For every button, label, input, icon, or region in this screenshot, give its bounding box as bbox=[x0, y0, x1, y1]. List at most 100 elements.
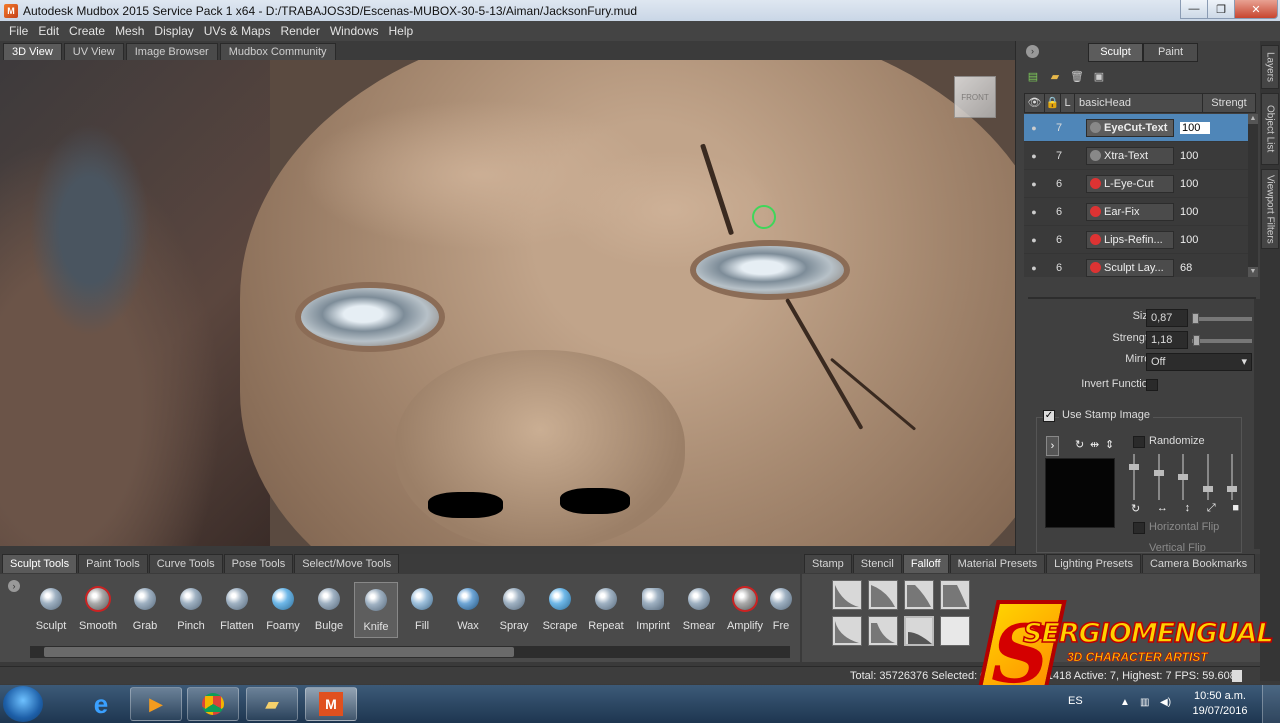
menu-edit[interactable]: Edit bbox=[33, 21, 64, 41]
falloff-preset[interactable] bbox=[832, 616, 862, 646]
layer-strength[interactable]: 68 bbox=[1180, 262, 1210, 274]
tab-sculpt-tools[interactable]: Sculpt Tools bbox=[2, 554, 78, 573]
use-stamp-checkbox[interactable]: ✓ bbox=[1043, 410, 1055, 422]
rotate-icon[interactable]: ↻ bbox=[1075, 438, 1084, 451]
tool-scrape[interactable]: Scrape bbox=[538, 582, 582, 638]
visibility-dot-icon[interactable]: ● bbox=[1024, 123, 1044, 133]
stop-random-icon[interactable]: ■ bbox=[1232, 502, 1239, 516]
falloff-preset[interactable] bbox=[940, 616, 970, 646]
internet-explorer-icon[interactable]: e bbox=[75, 687, 127, 721]
tool-smooth[interactable]: Smooth bbox=[76, 582, 120, 638]
chrome-icon[interactable] bbox=[187, 687, 239, 721]
layer-strength[interactable]: 100 bbox=[1180, 150, 1210, 162]
tab-viewport-filters[interactable]: Viewport Filters bbox=[1261, 169, 1279, 249]
tab-image-browser[interactable]: Image Browser bbox=[125, 43, 218, 60]
layer-strength[interactable]: 100 bbox=[1180, 234, 1210, 246]
paint-mode-button[interactable]: Paint bbox=[1143, 43, 1198, 62]
size-slider[interactable] bbox=[1192, 317, 1252, 321]
tab-object-list[interactable]: Object List bbox=[1261, 93, 1279, 165]
show-desktop-button[interactable] bbox=[1262, 685, 1280, 723]
horizontal-random-icon[interactable]: ↔ bbox=[1157, 502, 1168, 516]
shelf-collapse-icon[interactable]: › bbox=[8, 580, 20, 592]
tab-select-move-tools[interactable]: Select/Move Tools bbox=[294, 554, 400, 573]
flip-horizontal-icon[interactable]: ⇹ bbox=[1090, 438, 1099, 451]
strength-input[interactable]: 1,18 bbox=[1146, 331, 1188, 349]
layer-row[interactable]: ● 7 EyeCut-Text 100 bbox=[1024, 114, 1248, 142]
tab-lighting-presets[interactable]: Lighting Presets bbox=[1046, 554, 1141, 573]
tool-shelf-scroll-thumb[interactable] bbox=[44, 647, 514, 657]
horizontal-flip-checkbox[interactable] bbox=[1133, 522, 1145, 534]
vertical-random-icon[interactable]: ↕ bbox=[1185, 502, 1191, 516]
layer-strength[interactable]: 100 bbox=[1180, 206, 1210, 218]
menu-render[interactable]: Render bbox=[275, 21, 324, 41]
flip-vertical-icon[interactable]: ⇕ bbox=[1105, 438, 1114, 451]
layer-name[interactable]: Lips-Refin... bbox=[1086, 230, 1174, 249]
maximize-button[interactable]: ❐ bbox=[1207, 0, 1235, 19]
layer-name[interactable]: Xtra-Text bbox=[1086, 146, 1174, 165]
tool-grab[interactable]: Grab bbox=[123, 582, 167, 638]
collapse-panel-icon[interactable]: › bbox=[1026, 45, 1039, 58]
rotate-random-icon[interactable]: ↻ bbox=[1131, 502, 1140, 516]
size-slider-handle[interactable] bbox=[1192, 313, 1199, 324]
tool-wax[interactable]: Wax bbox=[446, 582, 490, 638]
invert-function-checkbox[interactable] bbox=[1146, 379, 1158, 391]
windows-start-button[interactable] bbox=[3, 686, 43, 722]
tab-3d-view[interactable]: 3D View bbox=[3, 43, 62, 60]
visibility-dot-icon[interactable]: ● bbox=[1024, 151, 1044, 161]
tab-layers[interactable]: Layers bbox=[1261, 45, 1279, 89]
stamp-browse-icon[interactable]: › bbox=[1046, 436, 1059, 456]
layer-name[interactable]: Sculpt Lay... bbox=[1086, 258, 1174, 277]
layer-strength[interactable]: 100 bbox=[1180, 121, 1210, 134]
mirror-dropdown[interactable]: Off ▾ bbox=[1146, 353, 1252, 371]
tab-stamp[interactable]: Stamp bbox=[804, 554, 852, 573]
minimize-button[interactable]: — bbox=[1180, 0, 1208, 19]
tab-uv-view[interactable]: UV View bbox=[63, 43, 124, 60]
falloff-preset-selected[interactable] bbox=[904, 616, 934, 646]
tool-smear[interactable]: Smear bbox=[677, 582, 721, 638]
menu-windows[interactable]: Windows bbox=[325, 21, 384, 41]
tab-camera-bookmarks[interactable]: Camera Bookmarks bbox=[1141, 554, 1256, 573]
folder-icon[interactable]: ▰ bbox=[1048, 70, 1062, 84]
3d-viewport[interactable]: FRONT bbox=[0, 60, 1015, 546]
falloff-preset[interactable] bbox=[904, 580, 934, 610]
scroll-up-icon[interactable]: ▲ bbox=[1248, 114, 1258, 124]
layer-options-icon[interactable]: ▣ bbox=[1092, 70, 1106, 84]
falloff-preset[interactable] bbox=[868, 616, 898, 646]
tool-sculpt[interactable]: Sculpt bbox=[29, 582, 73, 638]
taskbar-clock[interactable]: 10:50 a.m. 19/07/2016 bbox=[1190, 689, 1250, 719]
tool-fill[interactable]: Fill bbox=[400, 582, 444, 638]
volume-icon[interactable]: ◀) bbox=[1160, 697, 1171, 708]
layer-row[interactable]: ● 6 Ear-Fix 100 bbox=[1024, 198, 1248, 226]
tab-material-presets[interactable]: Material Presets bbox=[949, 554, 1046, 573]
tool-imprint[interactable]: Imprint bbox=[631, 582, 675, 638]
language-indicator[interactable]: ES bbox=[1068, 695, 1083, 707]
menu-file[interactable]: File bbox=[4, 21, 33, 41]
falloff-preset[interactable] bbox=[832, 580, 862, 610]
menu-display[interactable]: Display bbox=[149, 21, 198, 41]
network-icon[interactable]: ▥ bbox=[1140, 697, 1149, 708]
tab-falloff[interactable]: Falloff bbox=[902, 554, 949, 573]
visibility-dot-icon[interactable]: ● bbox=[1024, 179, 1044, 189]
tool-freeze[interactable]: Fre bbox=[766, 582, 796, 638]
tab-mudbox-community[interactable]: Mudbox Community bbox=[219, 43, 336, 60]
sculpt-mode-button[interactable]: Sculpt bbox=[1088, 43, 1143, 62]
close-button[interactable]: ✕ bbox=[1234, 0, 1278, 19]
tab-paint-tools[interactable]: Paint Tools bbox=[78, 554, 148, 573]
stamp-preview[interactable] bbox=[1045, 458, 1115, 528]
tab-stencil[interactable]: Stencil bbox=[852, 554, 902, 573]
tab-curve-tools[interactable]: Curve Tools bbox=[148, 554, 223, 573]
randomize-checkbox[interactable] bbox=[1133, 436, 1145, 448]
tab-pose-tools[interactable]: Pose Tools bbox=[223, 554, 294, 573]
strength-slider[interactable] bbox=[1192, 339, 1252, 343]
randomize-sliders[interactable] bbox=[1129, 454, 1237, 500]
menu-help[interactable]: Help bbox=[384, 21, 419, 41]
media-player-icon[interactable]: ▶ bbox=[130, 687, 182, 721]
strength-slider-handle[interactable] bbox=[1193, 335, 1200, 346]
viewcube[interactable]: FRONT bbox=[954, 76, 996, 118]
file-explorer-icon[interactable]: ▰ bbox=[246, 687, 298, 721]
visibility-dot-icon[interactable]: ● bbox=[1024, 207, 1044, 217]
layer-row[interactable]: ● 6 Lips-Refin... 100 bbox=[1024, 226, 1248, 254]
scale-random-icon[interactable]: ⤢ bbox=[1207, 502, 1216, 516]
tool-bulge[interactable]: Bulge bbox=[307, 582, 351, 638]
tool-spray[interactable]: Spray bbox=[492, 582, 536, 638]
